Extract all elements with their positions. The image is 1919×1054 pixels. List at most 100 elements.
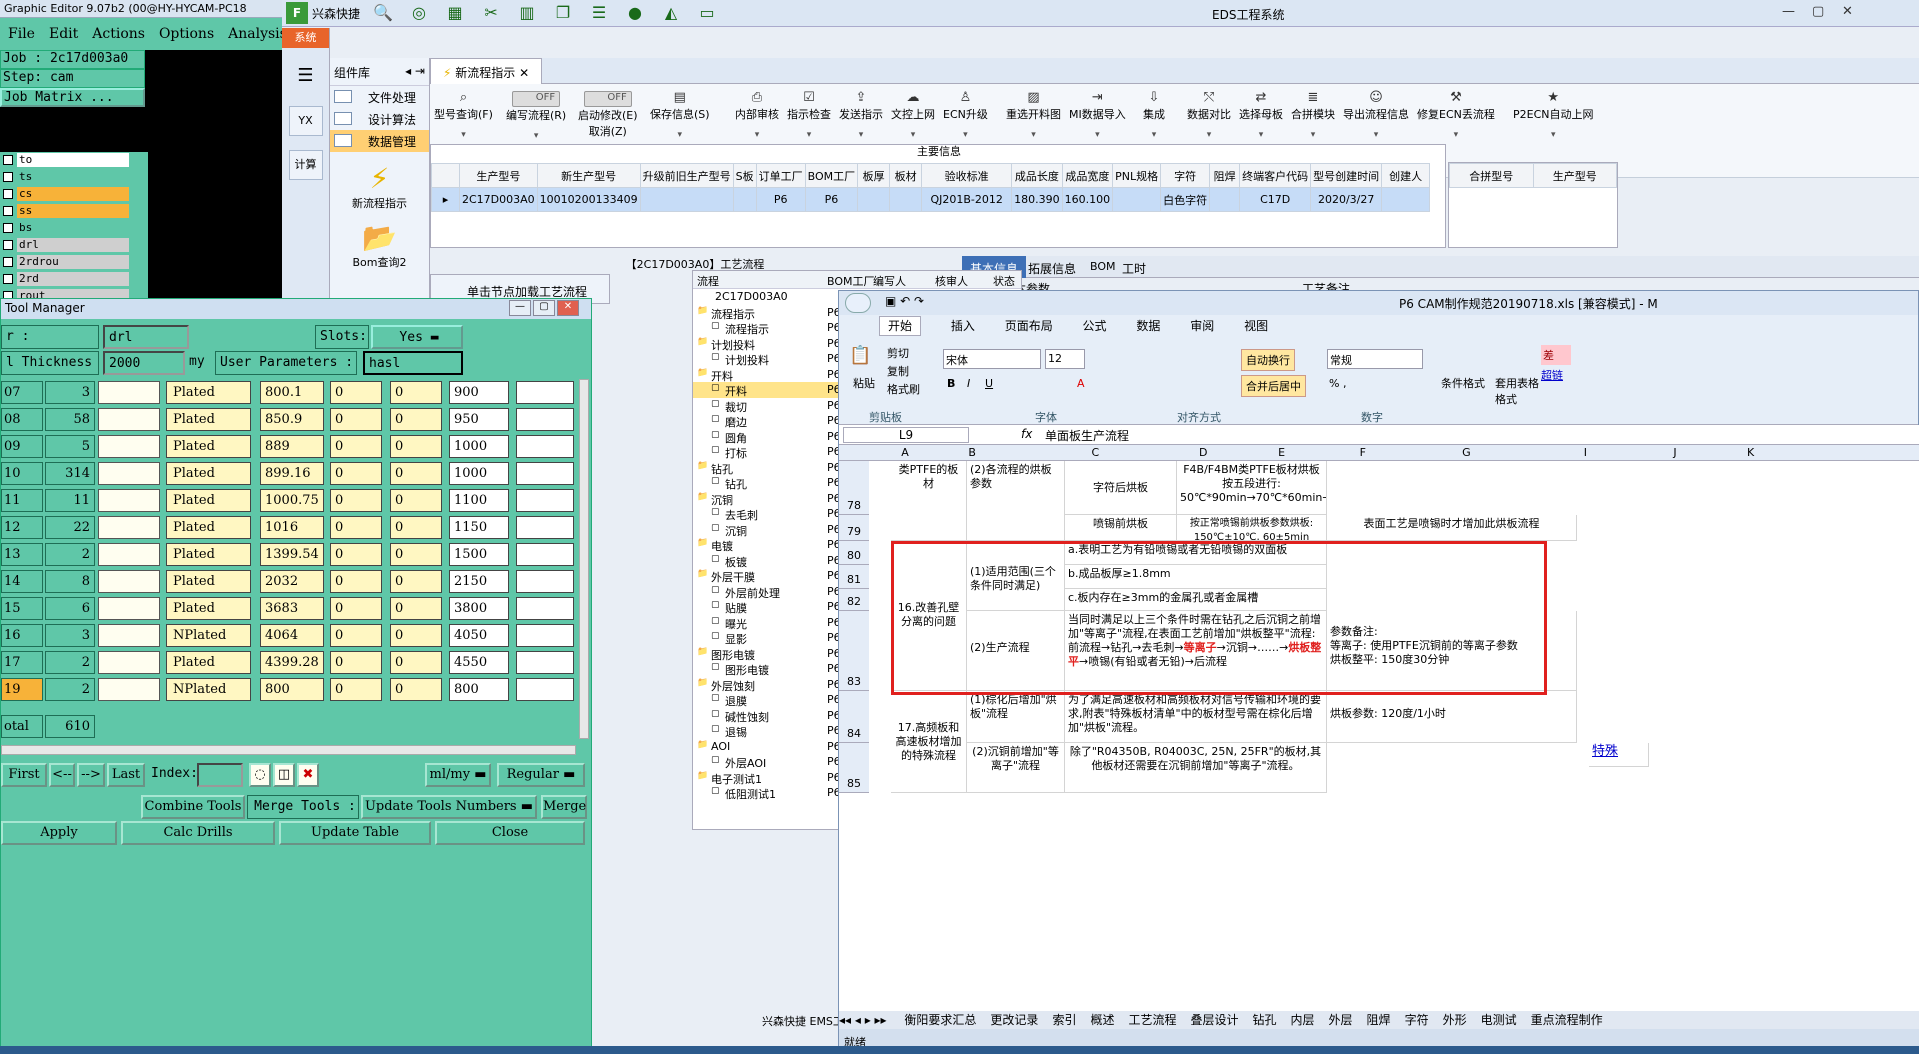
bold-button[interactable]: B	[947, 377, 955, 390]
cut-button[interactable]: 剪切	[887, 345, 909, 361]
tool-extra-field[interactable]	[516, 597, 574, 620]
sheet-tab[interactable]: 概述	[1090, 1013, 1114, 1027]
column-header[interactable]: C	[1025, 446, 1165, 459]
layer-row[interactable]: bs	[0, 220, 148, 236]
menu-actions[interactable]: Actions	[92, 26, 145, 42]
tool-text-field[interactable]	[98, 435, 160, 458]
conditional-format-button[interactable]: 条件格式	[1441, 375, 1485, 391]
last-button[interactable]: Last	[107, 763, 145, 787]
tool-row[interactable]: 08 58 Plated 850.9 0 0 950	[1, 406, 581, 433]
update-numbers-select[interactable]: Update Tools Numbers ▬	[361, 795, 537, 819]
tool-finish-size[interactable]: 4064	[260, 624, 324, 647]
number-format-select[interactable]: 常规	[1327, 349, 1423, 369]
sheet-tab[interactable]: 字符	[1405, 1013, 1429, 1027]
column-header[interactable]: B	[919, 446, 1025, 459]
scissors-icon[interactable]: ✂	[480, 3, 502, 23]
font-select[interactable]: 宋体	[943, 349, 1041, 369]
user-params-field[interactable]: hasl	[363, 351, 463, 375]
sheet-tab[interactable]: 钻孔	[1253, 1013, 1277, 1027]
tool-tol-minus[interactable]: 0	[390, 570, 442, 593]
vertical-scrollbar[interactable]	[579, 379, 589, 739]
tool-type-select[interactable]: Plated	[166, 435, 251, 458]
tool-finish-size[interactable]: 800.1	[260, 381, 324, 404]
tool-row[interactable]: 13 2 Plated 1399.54 0 0 1500	[1, 541, 581, 568]
comp-item-data[interactable]: 数据管理	[330, 130, 429, 152]
tool-text-field[interactable]	[98, 408, 160, 431]
tool-extra-field[interactable]	[516, 651, 574, 674]
menu-analysis[interactable]: Analysis	[228, 26, 287, 42]
row-header[interactable]: 78	[839, 461, 869, 515]
percent-button[interactable]: % ,	[1329, 377, 1346, 390]
tool-type-select[interactable]: Plated	[166, 651, 251, 674]
tool-drill-size[interactable]: 900	[449, 381, 509, 404]
sheet-tab[interactable]: 外层	[1329, 1013, 1353, 1027]
cell-d84[interactable]: 为了满足高速板材和高频板材对信号传输和环境的要求,附表"特殊板材清单"中的板材型…	[1065, 691, 1327, 743]
apply-button[interactable]: Apply	[1, 821, 117, 845]
monitor-icon[interactable]: ▭	[696, 3, 718, 23]
tool-tol-minus[interactable]: 0	[390, 516, 442, 539]
tool-type-select[interactable]: Plated	[166, 543, 251, 566]
tool-text-field[interactable]	[98, 570, 160, 593]
bom-query-item[interactable]: 📂 Bom查询2	[330, 221, 429, 270]
nav-calc[interactable]: 计算	[288, 150, 323, 180]
tab-extended-info[interactable]: 拓展信息	[1028, 260, 1076, 277]
tool-text-field[interactable]	[98, 624, 160, 647]
layer-checkbox[interactable]	[3, 189, 13, 199]
horizontal-scrollbar[interactable]	[1, 745, 576, 755]
layer-row[interactable]: drl	[0, 237, 148, 253]
column-header[interactable]: I	[1529, 446, 1641, 459]
col-header[interactable]: BOM工厂	[804, 163, 859, 188]
column-header[interactable]: K	[1709, 446, 1793, 459]
cell-f78[interactable]: F4B/F4BM类PTFE板材烘板按五段进行: 50℃*90min→70℃*60…	[1177, 461, 1327, 515]
column-header[interactable]: A	[891, 446, 919, 459]
tool-type-select[interactable]: NPlated	[166, 624, 251, 647]
ribbon-image-button[interactable]: ▨ 重选开料图 ▾	[1006, 90, 1061, 140]
tool-extra-field[interactable]	[516, 408, 574, 431]
layer-checkbox[interactable]	[3, 172, 13, 182]
format-painter-button[interactable]: 格式刷	[887, 381, 920, 397]
cell-c84[interactable]: (1)棕化后增加"烘板"流程	[967, 691, 1065, 743]
maximize-button[interactable]: ▢	[533, 300, 555, 316]
layer-checkbox[interactable]	[3, 155, 13, 165]
merge-button[interactable]: Merge	[541, 795, 587, 819]
tool-finish-size[interactable]: 899.16	[260, 462, 324, 485]
update-table-button[interactable]: Update Table	[279, 821, 431, 845]
tool-drill-size[interactable]: 800	[449, 678, 509, 701]
tool-type-select[interactable]: Plated	[166, 489, 251, 512]
xl-tab-data[interactable]: 数据	[1136, 319, 1160, 333]
row-header[interactable]: 82	[839, 589, 869, 611]
tool-drill-size[interactable]: 2150	[449, 570, 509, 593]
col-header[interactable]: 型号创建时间	[1310, 163, 1383, 188]
sheet-tab[interactable]: 重点流程制作	[1531, 1013, 1603, 1027]
user-icon[interactable]: ●	[624, 3, 646, 23]
ribbon-download-button[interactable]: ⇩ 集成 ▾	[1143, 90, 1165, 140]
tool-text-field[interactable]	[98, 678, 160, 701]
col-header[interactable]: 验收标准	[921, 163, 1013, 188]
ribbon-toggle-button[interactable]: OFF 启动修改(E) 取消(Z)	[578, 90, 638, 139]
xl-tab-insert[interactable]: 插入	[951, 319, 975, 333]
sheet-tab[interactable]: 叠层设计	[1190, 1013, 1238, 1027]
tool-row[interactable]: 11 11 Plated 1000.75 0 0 1100	[1, 487, 581, 514]
col-header[interactable]: 板厚	[857, 163, 891, 188]
cell-d78[interactable]: 字符后烘板	[1065, 461, 1177, 515]
col-header[interactable]: 板材	[889, 163, 923, 188]
tool-type-select[interactable]: Plated	[166, 462, 251, 485]
layer-checkbox[interactable]	[3, 274, 13, 284]
tool-drill-size[interactable]: 1100	[449, 489, 509, 512]
layer-row[interactable]: to	[0, 152, 148, 168]
maximize-button[interactable]: ▢	[1812, 4, 1824, 19]
tool-tol-minus[interactable]: 0	[390, 543, 442, 566]
row-header[interactable]: 80	[839, 541, 869, 565]
col-header[interactable]: 成品长度	[1011, 163, 1063, 188]
layer-checkbox[interactable]	[3, 223, 13, 233]
new-process-item[interactable]: ⚡ 新流程指示	[330, 162, 429, 211]
xl-tab-layout[interactable]: 页面布局	[1005, 319, 1053, 333]
next-button[interactable]: -->	[77, 763, 105, 787]
tool-drill-size[interactable]: 950	[449, 408, 509, 431]
sheet-grid[interactable]: A B C D E F G I J K 78 79 80 81 82 83 84 85 类PTFE的板材 (2)各流程…	[839, 445, 1919, 1011]
layer-row[interactable]: 2rdrou	[0, 254, 148, 270]
tool-row[interactable]: 16 3 NPlated 4064 0 0 4050	[1, 622, 581, 649]
tool-type-select[interactable]: Plated	[166, 570, 251, 593]
style-hyperlink[interactable]: 超链	[1541, 367, 1563, 383]
xl-tab-home[interactable]: 开始	[879, 316, 922, 336]
